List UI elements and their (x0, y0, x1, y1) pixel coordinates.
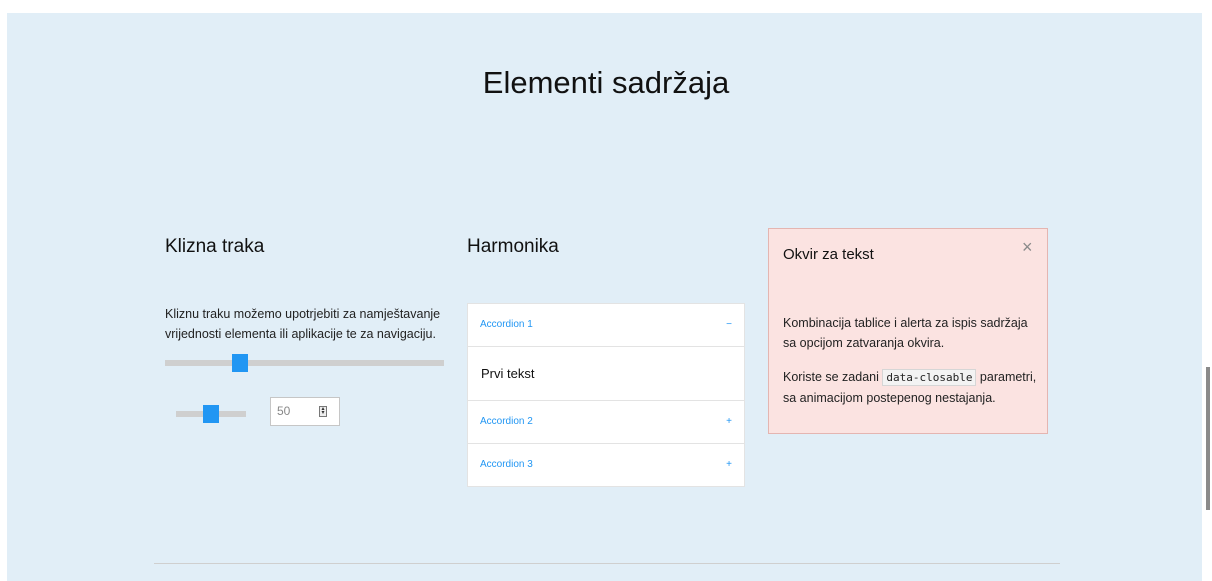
section-divider (154, 563, 1060, 564)
accordion-item[interactable]: Accordion 2 + (468, 401, 744, 444)
expand-icon[interactable]: + (726, 444, 732, 486)
slider-value-text: 50 (277, 404, 291, 418)
accordion-heading: Harmonika (467, 236, 559, 257)
code-snippet: data-closable (882, 369, 977, 386)
main-slider-track[interactable] (165, 360, 444, 366)
callout-title: Okvir za tekst (783, 246, 874, 263)
accordion-item[interactable]: Accordion 3 + (468, 444, 744, 486)
small-slider-handle[interactable] (203, 405, 219, 423)
accordion-item-title[interactable]: Accordion 3 (468, 444, 744, 486)
close-icon[interactable]: × (1022, 237, 1033, 258)
slider-description: Kliznu traku možemo upotrjebiti za namje… (165, 307, 441, 341)
callout-box: Okvir za tekst × Kombinacija tablice i a… (768, 228, 1048, 434)
main-slider-handle[interactable] (232, 354, 249, 372)
collapse-icon[interactable]: − (726, 304, 732, 346)
scrollbar-thumb[interactable] (1206, 367, 1210, 510)
accordion-item-title[interactable]: Accordion 2 (468, 401, 744, 443)
accordion: Accordion 1 − Prvi tekst Accordion 2 + A… (467, 303, 745, 487)
expand-icon[interactable]: + (726, 401, 732, 443)
callout-text-part: Koriste se zadani (783, 370, 883, 384)
accordion-item[interactable]: Accordion 1 − Prvi tekst (468, 304, 744, 401)
slider-value-input[interactable]: 50 ▴ ▾ (270, 397, 340, 426)
spinner-arrows-icon[interactable]: ▴ ▾ (319, 406, 327, 417)
accordion-item-content: Prvi tekst (468, 346, 744, 400)
callout-text: Kombinacija tablice i alerta za ispis sa… (783, 316, 1028, 350)
page-title: Elementi sadržaja (482, 65, 730, 100)
callout-text-closable: Koriste se zadani data-closable parametr… (783, 367, 1043, 408)
accordion-item-title[interactable]: Accordion 1 (468, 304, 744, 346)
slider-heading: Klizna traka (165, 236, 265, 257)
